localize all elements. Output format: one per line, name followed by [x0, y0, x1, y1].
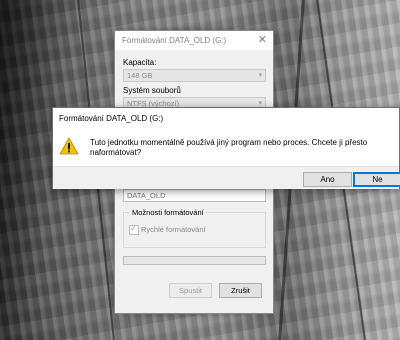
chevron-down-icon: ▾: [258, 72, 262, 79]
format-progress-bar: [123, 256, 266, 265]
alert-dialog-body: Tuto jednotku momentálně používá jiný pr…: [53, 128, 399, 166]
volume-label-input[interactable]: DATA_OLD: [123, 189, 266, 202]
capacity-dropdown[interactable]: 148 GB ▾: [123, 69, 266, 82]
close-icon[interactable]: ✕: [258, 33, 267, 46]
quick-format-label: Rychlé formátování: [141, 225, 206, 234]
filesystem-label: Systém souborů: [123, 86, 181, 95]
close-button[interactable]: Zrušit: [219, 283, 262, 298]
alert-message: Tuto jednotku momentálně používá jiný pr…: [90, 138, 368, 157]
format-dialog-titlebar[interactable]: Formátování DATA_OLD (G:) ✕: [115, 31, 273, 50]
capacity-label: Kapacita:: [123, 58, 157, 67]
warning-icon: [59, 137, 79, 155]
alert-dialog: Formátování DATA_OLD (G:) Tuto jednotku …: [52, 107, 400, 189]
format-options-group: Možnosti formátování Rychlé formátování: [123, 208, 266, 248]
alert-dialog-footer: Ano Ne: [53, 166, 400, 189]
yes-button[interactable]: Ano: [303, 172, 352, 187]
format-options-label: Možnosti formátování: [130, 208, 206, 217]
quick-format-checkbox[interactable]: [129, 224, 139, 235]
alert-dialog-title: Formátování DATA_OLD (G:): [59, 114, 164, 123]
volume-label-value: DATA_OLD: [127, 191, 166, 200]
start-button[interactable]: Spustit: [169, 283, 212, 298]
capacity-value: 148 GB: [127, 71, 153, 80]
no-button[interactable]: Ne: [353, 172, 400, 187]
chevron-down-icon: ▾: [258, 100, 262, 107]
format-dialog-title: Formátování DATA_OLD (G:): [122, 36, 227, 45]
